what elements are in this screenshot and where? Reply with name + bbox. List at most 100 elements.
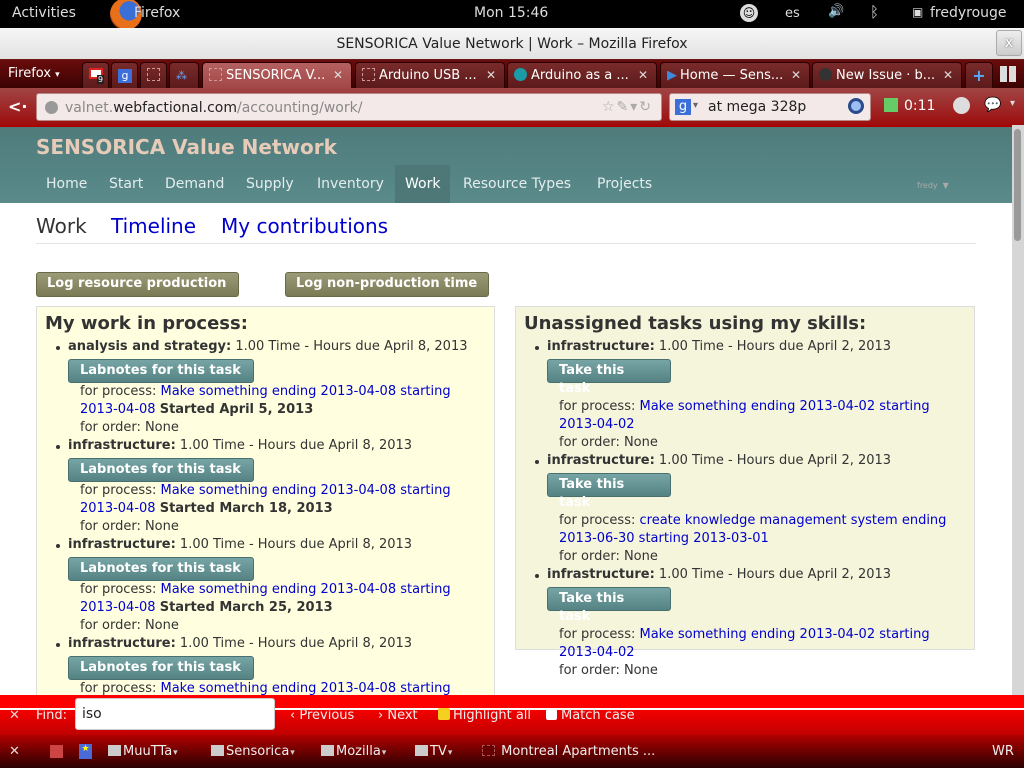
subnav-timeline[interactable]: Timeline: [111, 214, 196, 238]
tab-close-icon[interactable]: ✕: [943, 68, 953, 82]
pin-icon[interactable]: ✎: [617, 99, 631, 115]
log-resource-production-button[interactable]: Log resource production: [36, 272, 239, 297]
chevron-right-icon: ›: [378, 708, 388, 723]
user-dropdown[interactable]: fredy ▼: [912, 176, 949, 192]
pinned-tab-google[interactable]: g: [111, 62, 138, 88]
tab-arduino-as-a[interactable]: Arduino as a ... ✕: [507, 62, 657, 88]
bookmark-folder-label: MuuTTa: [123, 744, 173, 759]
my-work-list: analysis and strategy: 1.00 Time - Hours…: [54, 338, 486, 695]
scrollbar-thumb[interactable]: [1014, 129, 1021, 241]
page-scrollbar[interactable]: [1012, 125, 1024, 695]
order-label: for order: None: [559, 435, 658, 450]
chat-status-icon[interactable]: ▣: [912, 5, 923, 19]
tab-close-icon[interactable]: ✕: [638, 68, 648, 82]
take-task-button[interactable]: Take this task: [547, 473, 671, 510]
site-brand[interactable]: SENSORICA Value Network: [36, 135, 337, 159]
bookmark-folder-sensorica[interactable]: Sensorica▾: [211, 744, 295, 759]
my-work-heading: My work in process:: [45, 313, 248, 334]
clock[interactable]: Mon 15:46: [474, 5, 548, 21]
app-menu[interactable]: Firefox: [134, 5, 180, 21]
sync-icon[interactable]: [953, 97, 970, 114]
nav-supply[interactable]: Supply: [236, 165, 304, 203]
keyboard-layout[interactable]: es: [785, 6, 800, 21]
tab-close-icon[interactable]: ✕: [333, 68, 343, 82]
download-icon[interactable]: [884, 98, 898, 112]
tab-close-icon[interactable]: ✕: [486, 68, 496, 82]
firefox-menu-label: Firefox: [8, 66, 52, 81]
labnotes-button[interactable]: Labnotes for this task: [68, 557, 254, 581]
chevron-down-icon[interactable]: ▾: [1010, 98, 1015, 109]
nav-projects[interactable]: Projects: [587, 165, 662, 203]
tab-close-icon[interactable]: ✕: [791, 68, 801, 82]
nav-inventory[interactable]: Inventory: [307, 165, 394, 203]
user-menu[interactable]: fredyrouge: [930, 5, 1007, 21]
list-item: infrastructure: 1.00 Time - Hours due Ap…: [533, 338, 966, 452]
bookmark-star-icon[interactable]: ★: [79, 744, 92, 759]
match-case-checkbox[interactable]: Match case: [546, 708, 635, 723]
reload-icon[interactable]: ↻: [639, 99, 653, 115]
folder-icon: [321, 745, 334, 756]
chat-bubble-icon[interactable]: 💬: [984, 97, 1001, 113]
close-icon[interactable]: ✕: [9, 744, 20, 759]
pinned-tab-feed[interactable]: ⁂: [169, 62, 199, 88]
bookmark-folder-label: Sensorica: [226, 744, 290, 759]
rss-icon[interactable]: [50, 745, 63, 758]
gmail-count-badge: 9: [97, 75, 105, 84]
accessibility-icon[interactable]: ☺: [740, 4, 758, 22]
activities-button[interactable]: Activities: [12, 5, 76, 21]
pinned-tab-gmail[interactable]: 9: [82, 62, 109, 88]
url-text[interactable]: valnet.webfactional.com/accounting/work/: [65, 100, 362, 116]
nav-demand[interactable]: Demand: [155, 165, 234, 203]
play-arrow-icon: ▶: [667, 68, 677, 83]
volume-icon[interactable]: 🔊: [828, 4, 844, 19]
bluetooth-icon[interactable]: ᛒ: [870, 3, 879, 21]
window-close-button[interactable]: x: [996, 30, 1022, 56]
take-task-button[interactable]: Take this task: [547, 359, 671, 396]
find-input[interactable]: [75, 698, 275, 730]
highlight-all-toggle[interactable]: Highlight all: [438, 708, 531, 723]
labnotes-button[interactable]: Labnotes for this task: [68, 458, 254, 482]
nav-home[interactable]: Home: [36, 165, 97, 203]
tab-sensorica[interactable]: SENSORICA V... ✕: [202, 62, 352, 88]
highlight-all-label: Highlight all: [453, 708, 532, 723]
log-non-production-time-button[interactable]: Log non-production time: [285, 272, 489, 297]
highlighter-icon: [438, 708, 450, 720]
process-link-text: 2013-06-30 starting 2013-03-01: [559, 531, 769, 546]
search-icon[interactable]: [848, 98, 864, 114]
navigation-toolbar: <· valnet.webfactional.com/accounting/wo…: [0, 88, 1024, 125]
find-previous-button[interactable]: ‹ Previous: [290, 708, 354, 723]
new-tab-button[interactable]: +: [965, 62, 993, 88]
process-link-text: 2013-04-08: [80, 600, 156, 615]
tab-arduino-usb[interactable]: Arduino USB ... ✕: [355, 62, 505, 88]
tab-home-sensorica[interactable]: ▶ Home — Sens... ✕: [660, 62, 810, 88]
firefox-menu-button[interactable]: Firefox ▾: [8, 66, 60, 81]
bookmark-folder-tv[interactable]: TV▾: [415, 744, 452, 759]
subnav-my-contributions[interactable]: My contributions: [221, 214, 388, 238]
labnotes-button[interactable]: Labnotes for this task: [68, 656, 254, 680]
nav-start[interactable]: Start: [99, 165, 153, 203]
bookmark-montreal-apartments[interactable]: Montreal Apartments ...: [482, 744, 655, 759]
bookmark-folder-muutta[interactable]: MuuTTa▾: [108, 744, 178, 759]
bookmark-star-icon[interactable]: ☆: [602, 99, 617, 115]
labnotes-button[interactable]: Labnotes for this task: [68, 359, 254, 383]
take-task-button[interactable]: Take this task: [547, 587, 671, 624]
close-find-bar-icon[interactable]: ✕: [9, 708, 20, 723]
google-engine-icon[interactable]: g: [675, 99, 691, 115]
nav-resource-types[interactable]: Resource Types: [453, 165, 581, 203]
tab-new-issue[interactable]: New Issue · b... ✕: [812, 62, 962, 88]
chevron-down-icon[interactable]: ▾: [693, 100, 698, 111]
search-input[interactable]: at mega 328p: [708, 99, 806, 115]
chevron-down-icon[interactable]: ▾: [630, 99, 639, 115]
back-button[interactable]: <·: [8, 97, 27, 116]
google-icon: g: [118, 69, 132, 83]
url-bar[interactable]: valnet.webfactional.com/accounting/work/…: [36, 93, 662, 121]
find-next-button[interactable]: › Next: [378, 708, 418, 723]
pinned-tab-blank[interactable]: [140, 62, 167, 88]
bookmark-folder-mozilla[interactable]: Mozilla▾: [321, 744, 386, 759]
tab-label: Arduino as a ...: [531, 68, 629, 83]
process-label: for process:: [559, 627, 636, 642]
nav-work[interactable]: Work: [395, 165, 451, 203]
search-bar[interactable]: g ▾ at mega 328p: [669, 93, 871, 121]
tab-groups-icon[interactable]: [1000, 66, 1016, 82]
process-link[interactable]: Make something ending 2013-04-08 startin…: [160, 681, 450, 695]
